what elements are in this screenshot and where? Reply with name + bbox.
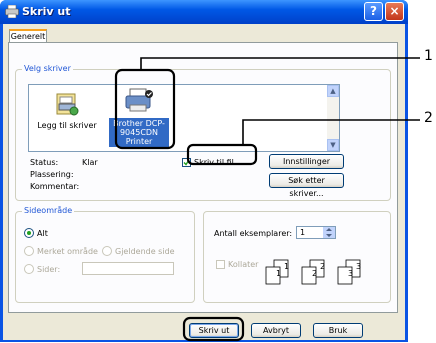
callout-number-1: 1 xyxy=(424,48,433,64)
callout-line-1 xyxy=(140,57,420,70)
callout-highlight-print-to-file xyxy=(186,143,258,166)
callout-number-2: 2 xyxy=(424,110,433,126)
callout-highlight-printer xyxy=(114,68,176,150)
callout-overlay xyxy=(114,57,420,342)
callout-highlight-print-button xyxy=(182,316,245,342)
callout-line-2 xyxy=(242,119,420,145)
